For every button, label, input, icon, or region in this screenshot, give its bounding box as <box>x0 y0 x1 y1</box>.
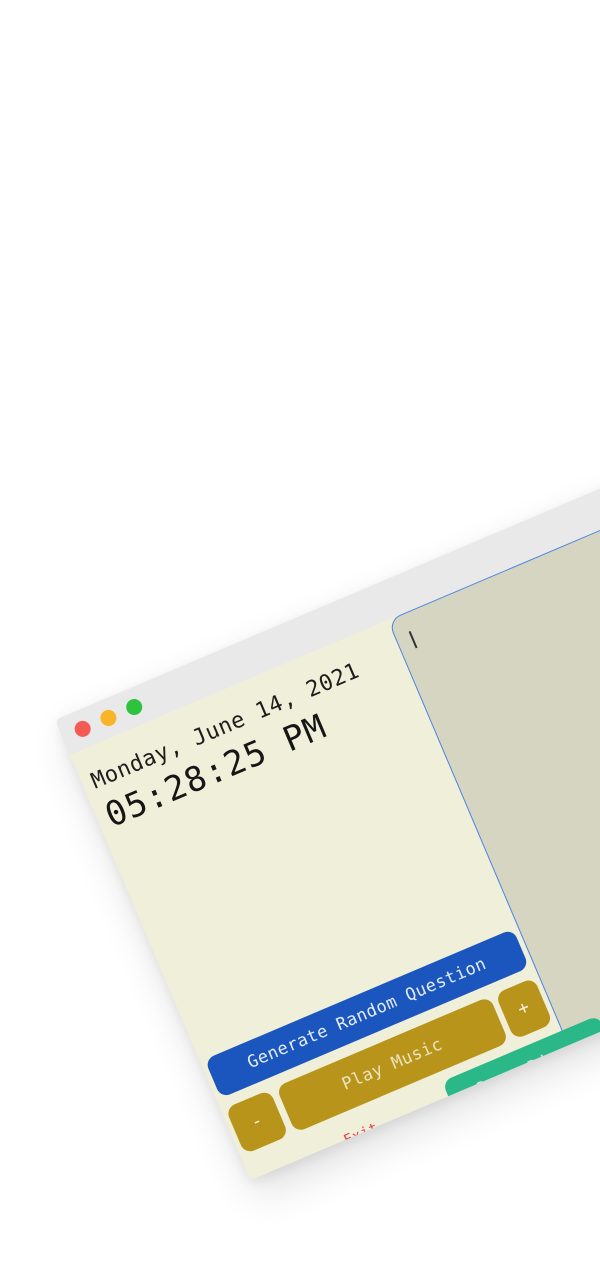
volume-down-button[interactable]: - <box>225 1089 289 1155</box>
close-window-button[interactable] <box>72 718 94 740</box>
minimize-window-button[interactable] <box>97 707 119 729</box>
screen: Monday, June 14, 2021 05:28:25 PM Genera… <box>0 0 600 1280</box>
app-window: Monday, June 14, 2021 05:28:25 PM Genera… <box>55 469 600 1181</box>
text-cursor <box>408 631 418 649</box>
maximize-window-button[interactable] <box>123 696 145 718</box>
